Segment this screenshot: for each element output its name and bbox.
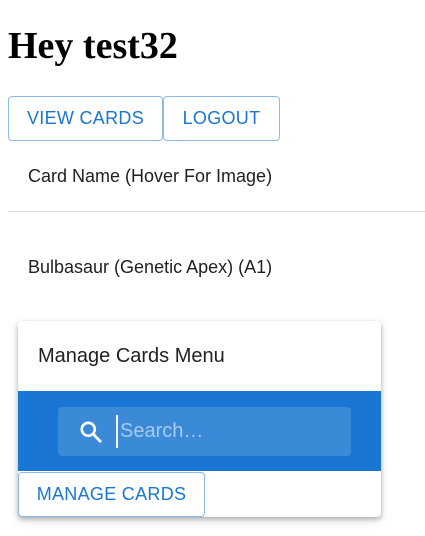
search-input[interactable] [116,415,341,448]
page-title: Hey test32 [8,25,178,67]
menu-title: Manage Cards Menu [38,345,225,367]
search-box[interactable] [58,407,351,456]
table-row[interactable]: Bulbasaur (Genetic Apex) (A1) [8,212,425,322]
manage-cards-button[interactable]: MANAGE CARDS [18,472,205,517]
search-icon [80,421,102,443]
manage-cards-menu: Manage Cards Menu MANAGE CARDS [18,321,381,517]
table-header: Card Name (Hover For Image) [8,144,425,212]
view-cards-button[interactable]: VIEW CARDS [8,96,163,141]
logout-button[interactable]: LOGOUT [163,96,280,141]
search-toolbar [18,391,381,471]
card-name-cell[interactable]: Bulbasaur (Genetic Apex) (A1) [28,257,272,278]
column-header-card-name: Card Name (Hover For Image) [28,166,273,186]
